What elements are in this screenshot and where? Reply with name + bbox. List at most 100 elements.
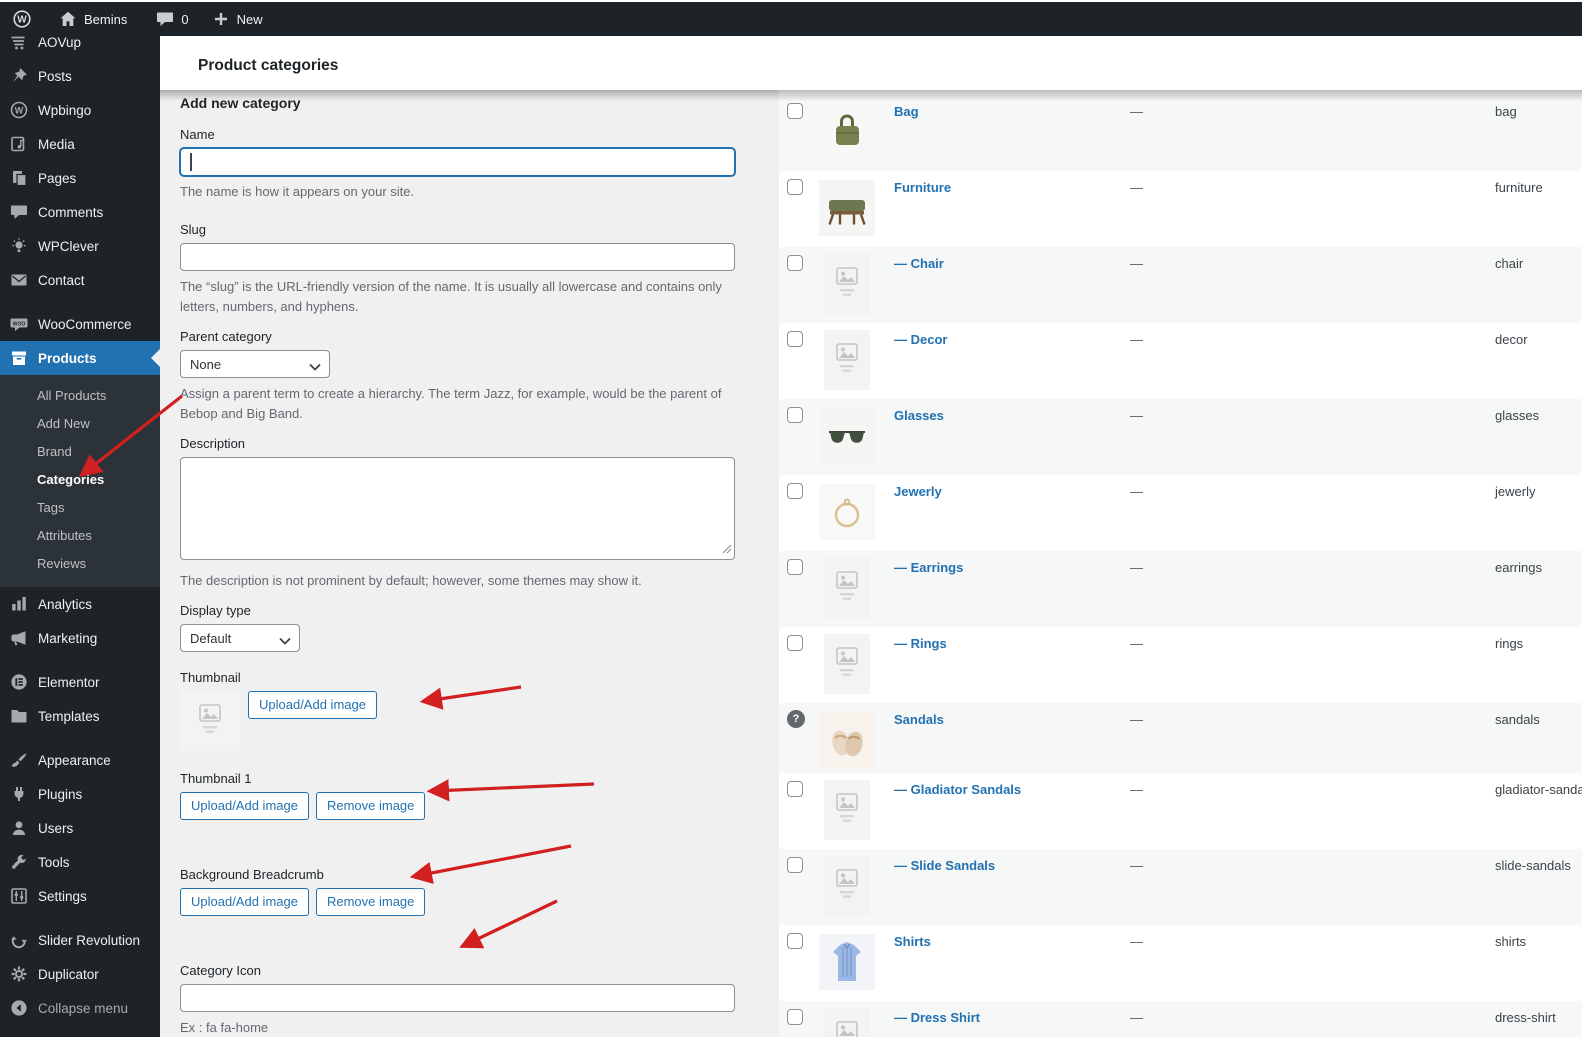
sidebar-item-tools[interactable]: Tools [0, 845, 160, 879]
content-area: Product categories Add new category Name… [160, 36, 1582, 1037]
name-input[interactable] [180, 148, 735, 176]
submenu-item-attributes[interactable]: Attributes [0, 522, 160, 550]
category-icon-input[interactable] [180, 984, 735, 1012]
submenu-item-categories[interactable]: Categories [0, 466, 160, 494]
home-icon [58, 9, 78, 29]
submenu-item-all-products[interactable]: All Products [0, 382, 160, 410]
sidebar-item-label: Slider Revolution [38, 933, 140, 948]
row-checkbox[interactable] [787, 483, 803, 499]
help-question-icon[interactable]: ? [787, 710, 805, 728]
new-content-menu[interactable]: New [205, 2, 269, 36]
sidebar-item-settings[interactable]: Settings [0, 879, 160, 913]
submenu-item-tags[interactable]: Tags [0, 494, 160, 522]
row-checkbox[interactable] [787, 781, 803, 797]
submenu-item-reviews[interactable]: Reviews [0, 550, 160, 578]
category-description: — [1130, 484, 1495, 499]
sidebar-item-analytics[interactable]: Analytics [0, 587, 160, 621]
category-slug: sandals [1495, 712, 1582, 727]
row-checkbox[interactable] [787, 179, 803, 195]
display-type-select[interactable]: Default [180, 624, 300, 652]
category-name-link[interactable]: Furniture [894, 180, 1130, 195]
sidebar-item-products[interactable]: Products [0, 341, 160, 375]
sidebar-item-wpbingo[interactable]: WWpbingo [0, 93, 160, 127]
sidebar-item-posts[interactable]: Posts [0, 59, 160, 93]
sidebar-item-woocommerce[interactable]: WOOWooCommerce [0, 307, 160, 341]
thumbnail-upload-button[interactable]: Upload/Add image [248, 691, 377, 719]
category-name-link[interactable]: — Rings [894, 636, 1130, 651]
sidebar-item-pages[interactable]: Pages [0, 161, 160, 195]
category-description: — [1130, 1010, 1495, 1025]
row-checkbox[interactable] [787, 331, 803, 347]
sidebar-item-slider-revolution[interactable]: Slider Revolution [0, 923, 160, 957]
site-name-menu[interactable]: Bemins [52, 2, 133, 36]
sidebar-item-users[interactable]: Users [0, 811, 160, 845]
category-thumbnail-furniture [817, 178, 894, 241]
sidebar-item-elementor[interactable]: Elementor [0, 665, 160, 699]
row-checkbox[interactable] [787, 255, 803, 271]
row-checkbox[interactable] [787, 1009, 803, 1025]
text-caret [190, 153, 192, 171]
category-thumbnail-shirt [817, 932, 894, 995]
description-textarea[interactable] [180, 457, 735, 560]
category-name-link[interactable]: Sandals [894, 712, 1130, 727]
sidebar-item-label: Templates [38, 709, 100, 724]
submenu-item-add-new[interactable]: Add New [0, 410, 160, 438]
pin-icon [9, 66, 29, 86]
chart-icon [9, 594, 29, 614]
sidebar-item-label: Contact [38, 273, 85, 288]
category-name-link[interactable]: Shirts [894, 934, 1130, 949]
category-name-link[interactable]: — Gladiator Sandals [894, 782, 1130, 797]
table-row-glasses: Glasses—glasses [779, 399, 1582, 475]
table-row-slide-sandals: — Slide Sandals—slide-sandals [779, 849, 1582, 925]
sidebar-item-media[interactable]: Media [0, 127, 160, 161]
row-checkbox[interactable] [787, 407, 803, 423]
sidebar-item-comments[interactable]: Comments [0, 195, 160, 229]
sidebar-item-templates[interactable]: Templates [0, 699, 160, 733]
table-row-rings: — Rings—rings [779, 627, 1582, 703]
category-name-link[interactable]: — Earrings [894, 560, 1130, 575]
sidebar-item-collapse-menu[interactable]: Collapse menu [0, 991, 160, 1025]
comments-menu[interactable]: 0 [149, 2, 194, 36]
wordpress-logo-icon[interactable]: W [6, 2, 38, 36]
slug-input[interactable] [180, 243, 735, 271]
category-name-link[interactable]: Glasses [894, 408, 1130, 423]
row-checkbox[interactable] [787, 933, 803, 949]
thumbnail1-upload-button[interactable]: Upload/Add image [180, 792, 309, 820]
category-name-link[interactable]: — Slide Sandals [894, 858, 1130, 873]
category-description: — [1130, 332, 1495, 347]
sidebar-item-contact[interactable]: Contact [0, 263, 160, 297]
row-checkbox[interactable] [787, 559, 803, 575]
breadcrumb-upload-button[interactable]: Upload/Add image [180, 888, 309, 916]
category-name-link[interactable]: — Chair [894, 256, 1130, 271]
sidebar-item-duplicator[interactable]: Duplicator [0, 957, 160, 991]
table-row-shirts: Shirts—shirts [779, 925, 1582, 1001]
category-name-link[interactable]: — Decor [894, 332, 1130, 347]
resize-grip-icon[interactable] [722, 542, 732, 557]
admin-sidebar: AOVupPostsWWpbingoMediaPagesCommentsWPCl… [0, 0, 160, 1037]
description-help: The description is not prominent by defa… [180, 571, 735, 591]
chevron-down-icon [309, 360, 321, 375]
form-heading: Add new category [180, 95, 735, 111]
sidebar-item-label: Users [38, 821, 73, 836]
category-name-link[interactable]: Bag [894, 104, 1130, 119]
row-checkbox[interactable] [787, 103, 803, 119]
category-name-link[interactable]: — Dress Shirt [894, 1010, 1130, 1025]
parent-category-select[interactable]: None [180, 350, 330, 378]
comment-bubble-icon [155, 9, 175, 29]
submenu-item-brand[interactable]: Brand [0, 438, 160, 466]
slug-label: Slug [180, 222, 735, 237]
sidebar-item-appearance[interactable]: Appearance [0, 743, 160, 777]
sidebar-item-plugins[interactable]: Plugins [0, 777, 160, 811]
sidebar-item-wpclever[interactable]: WPClever [0, 229, 160, 263]
sidebar-item-marketing[interactable]: Marketing [0, 621, 160, 655]
category-thumbnail-placeholder [817, 558, 894, 621]
elementor-icon [9, 672, 29, 692]
category-description: — [1130, 636, 1495, 651]
thumbnail1-remove-button[interactable]: Remove image [316, 792, 425, 820]
row-checkbox[interactable] [787, 635, 803, 651]
category-thumbnail-placeholder [817, 856, 894, 919]
row-checkbox[interactable] [787, 857, 803, 873]
category-name-link[interactable]: Jewerly [894, 484, 1130, 499]
thumbnail-label: Thumbnail [180, 670, 735, 685]
breadcrumb-remove-button[interactable]: Remove image [316, 888, 425, 916]
